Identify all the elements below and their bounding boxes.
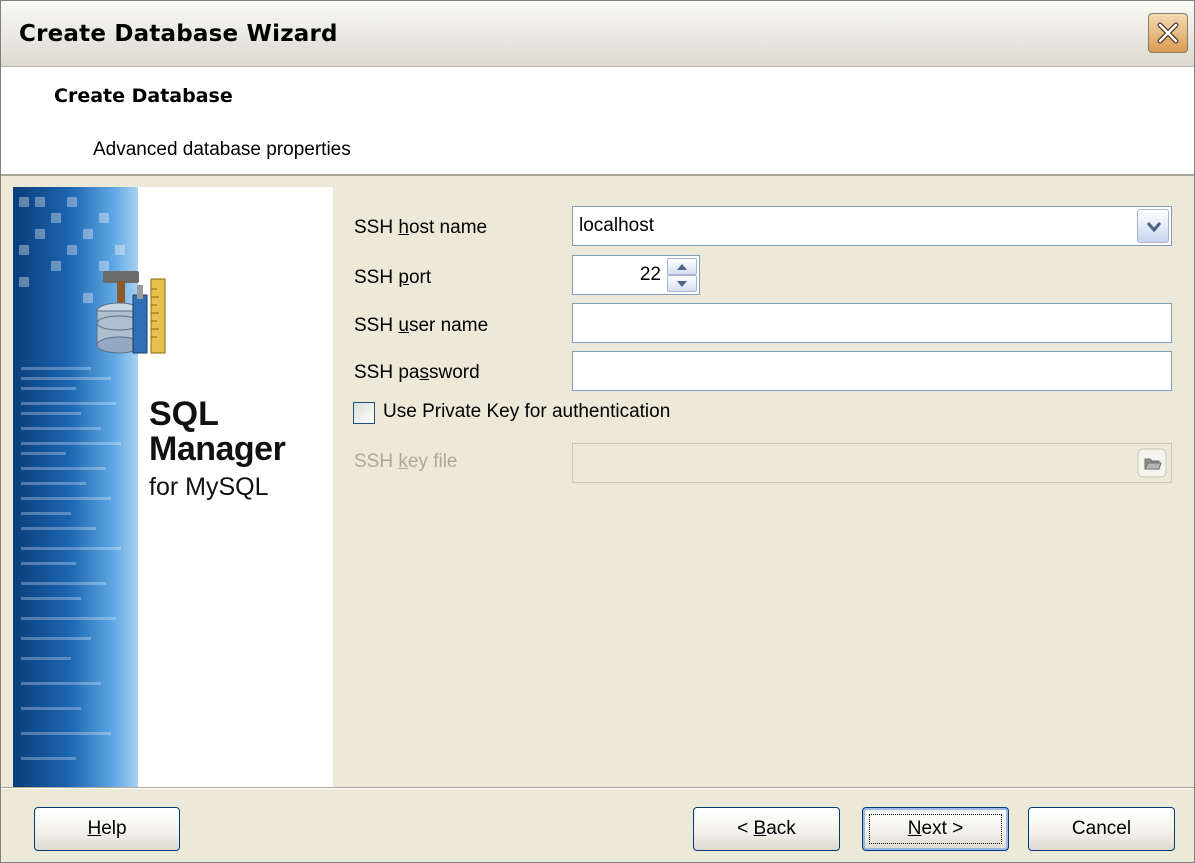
title-bar: Create Database Wizard <box>1 1 1194 67</box>
help-button[interactable]: Help <box>34 807 180 851</box>
ssh-port-value: 22 <box>639 264 661 285</box>
private-key-label[interactable]: Use Private Key for authentication <box>383 401 670 423</box>
ssh-keyfile-input[interactable] <box>572 443 1172 483</box>
footer-separator <box>1 787 1194 789</box>
product-banner: SQL Manager for MySQL <box>13 187 333 787</box>
next-button[interactable]: Next > <box>862 807 1009 851</box>
ssh-password-label: SSH password <box>354 362 480 383</box>
close-button[interactable] <box>1148 13 1188 53</box>
ssh-host-value: localhost <box>579 215 654 236</box>
wizard-header: Create Database Advanced database proper… <box>1 67 1194 176</box>
wizard-window: Create Database Wizard Create Database A… <box>0 0 1195 863</box>
arrow-down-icon <box>677 281 687 287</box>
ssh-user-label: SSH user name <box>354 315 489 336</box>
step-title: Create Database <box>54 85 233 107</box>
product-name-line3: for MySQL <box>149 473 269 501</box>
step-subtitle: Advanced database properties <box>93 139 351 160</box>
ssh-port-spinner[interactable]: 22 <box>572 255 700 295</box>
product-name-line2: Manager <box>149 430 286 468</box>
form-panel: SSH host name localhost SSH port 22 SSH … <box>334 187 1190 787</box>
ssh-host-label: SSH host name <box>354 217 488 238</box>
ssh-password-input[interactable] <box>572 351 1172 391</box>
ssh-host-combobox[interactable]: localhost <box>572 206 1172 246</box>
close-x-icon <box>1157 22 1179 44</box>
chevron-down-icon <box>1147 222 1161 232</box>
ssh-host-dropdown-button[interactable] <box>1137 209 1169 243</box>
port-decrement-button[interactable] <box>667 275 697 292</box>
back-button[interactable]: < Back <box>693 807 840 851</box>
focus-rectangle <box>869 814 1002 844</box>
cancel-button[interactable]: Cancel <box>1028 807 1175 851</box>
arrow-up-icon <box>677 264 687 270</box>
ssh-user-input[interactable] <box>572 303 1172 343</box>
ssh-keyfile-label: SSH key file <box>354 451 458 472</box>
port-increment-button[interactable] <box>667 258 697 275</box>
database-tools-icon <box>93 265 173 365</box>
private-key-checkbox[interactable] <box>353 402 375 424</box>
folder-open-icon <box>1137 448 1167 478</box>
window-title: Create Database Wizard <box>19 21 338 47</box>
browse-keyfile-button[interactable] <box>1137 448 1167 478</box>
product-name-line1: SQL <box>149 395 219 433</box>
ssh-port-label: SSH port <box>354 267 432 288</box>
